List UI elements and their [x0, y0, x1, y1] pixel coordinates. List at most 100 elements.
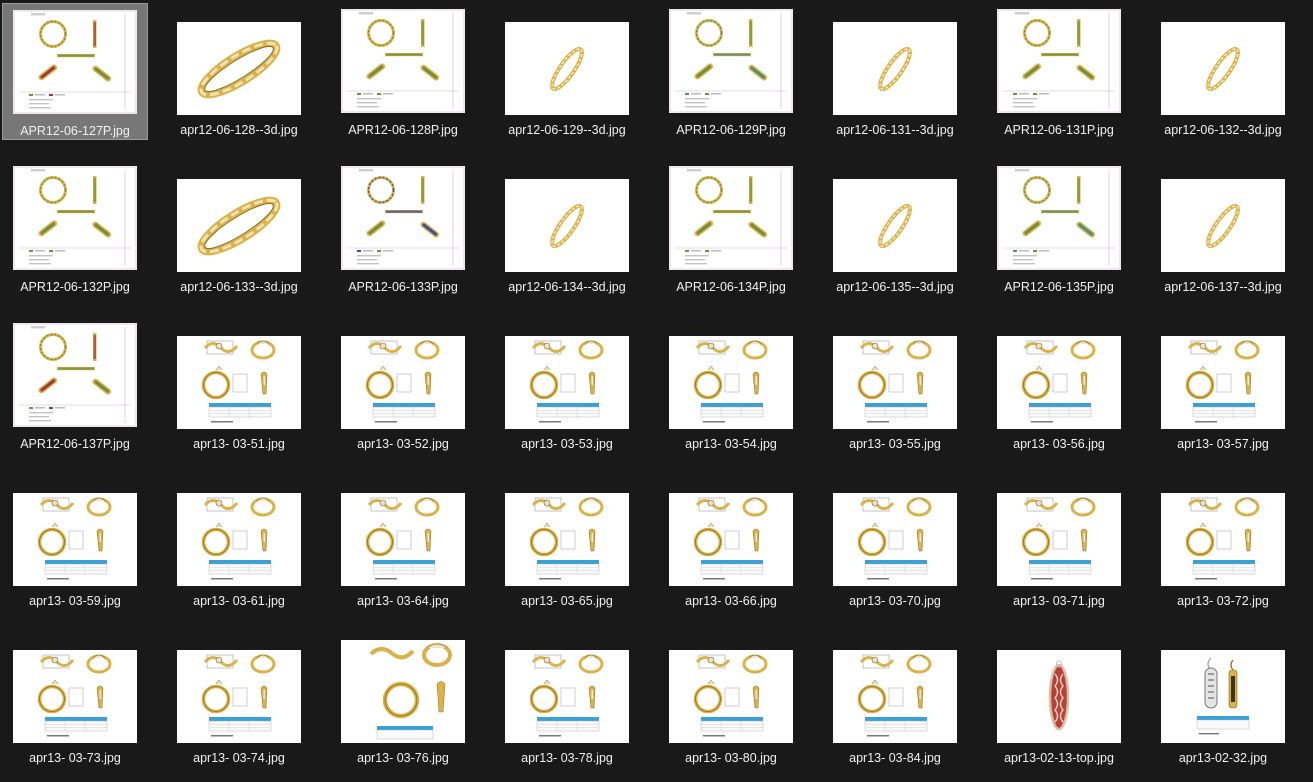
file-name-label: apr12-06-129--3d.jpg [508, 123, 626, 137]
image-thumbnail [1161, 493, 1285, 586]
file-thumbnail-item[interactable]: apr13- 03-52.jpg [330, 317, 476, 454]
file-thumbnail-item[interactable]: apr13- 03-72.jpg [1150, 474, 1296, 611]
file-thumbnail-grid: APR12-06-127P.jpg apr12-06-128--3d.jpg A… [0, 0, 1313, 782]
image-thumbnail [669, 9, 793, 113]
file-name-label: apr12-06-134--3d.jpg [508, 280, 626, 294]
file-thumbnail-item[interactable]: apr13- 03-73.jpg [2, 631, 148, 768]
file-name-label: APR12-06-133P.jpg [348, 280, 458, 294]
file-thumbnail-item[interactable]: apr13- 03-64.jpg [330, 474, 476, 611]
file-name-label: apr13- 03-80.jpg [685, 751, 777, 765]
file-thumbnail-item[interactable]: apr13- 03-57.jpg [1150, 317, 1296, 454]
image-thumbnail [341, 336, 465, 429]
file-thumbnail-item[interactable]: apr12-06-128--3d.jpg [166, 3, 312, 140]
file-name-label: apr13- 03-76.jpg [357, 751, 449, 765]
file-name-label: APR12-06-127P.jpg [20, 124, 130, 138]
image-thumbnail [177, 493, 301, 586]
image-thumbnail [177, 22, 301, 115]
file-thumbnail-item[interactable]: apr13- 03-74.jpg [166, 631, 312, 768]
image-thumbnail [669, 493, 793, 586]
file-thumbnail-item[interactable]: apr13- 03-65.jpg [494, 474, 640, 611]
file-name-label: apr12-06-128--3d.jpg [180, 123, 298, 137]
image-thumbnail [341, 493, 465, 586]
file-name-label: apr13- 03-72.jpg [1177, 594, 1269, 608]
file-name-label: apr13- 03-57.jpg [1177, 437, 1269, 451]
file-thumbnail-item[interactable]: APR12-06-134P.jpg [658, 160, 804, 297]
image-thumbnail [177, 650, 301, 743]
file-name-label: apr13- 03-66.jpg [685, 594, 777, 608]
image-thumbnail [13, 493, 137, 586]
file-name-label: apr12-06-137--3d.jpg [1164, 280, 1282, 294]
file-thumbnail-item[interactable]: apr12-06-137--3d.jpg [1150, 160, 1296, 297]
image-thumbnail [833, 650, 957, 743]
file-name-label: APR12-06-135P.jpg [1004, 280, 1114, 294]
file-thumbnail-item[interactable]: apr12-06-133--3d.jpg [166, 160, 312, 297]
file-name-label: apr13- 03-52.jpg [357, 437, 449, 451]
file-thumbnail-item[interactable]: apr13- 03-71.jpg [986, 474, 1132, 611]
image-thumbnail [669, 650, 793, 743]
file-thumbnail-item[interactable]: APR12-06-128P.jpg [330, 3, 476, 140]
file-name-label: apr13- 03-71.jpg [1013, 594, 1105, 608]
file-name-label: apr13- 03-61.jpg [193, 594, 285, 608]
file-thumbnail-item[interactable]: apr13- 03-80.jpg [658, 631, 804, 768]
file-thumbnail-item[interactable]: APR12-06-132P.jpg [2, 160, 148, 297]
file-thumbnail-item[interactable]: apr12-06-132--3d.jpg [1150, 3, 1296, 140]
image-thumbnail [13, 323, 137, 427]
file-thumbnail-item[interactable]: apr13- 03-61.jpg [166, 474, 312, 611]
file-thumbnail-item[interactable]: apr13- 03-51.jpg [166, 317, 312, 454]
file-thumbnail-item[interactable]: apr13- 03-59.jpg [2, 474, 148, 611]
image-thumbnail [13, 650, 137, 743]
file-name-label: apr12-06-133--3d.jpg [180, 280, 298, 294]
image-thumbnail [997, 166, 1121, 270]
file-thumbnail-item[interactable]: apr13- 03-70.jpg [822, 474, 968, 611]
file-name-label: apr12-06-131--3d.jpg [836, 123, 954, 137]
file-thumbnail-item[interactable]: APR12-06-127P.jpg [2, 3, 148, 140]
file-name-label: apr13- 03-59.jpg [29, 594, 121, 608]
image-thumbnail [505, 650, 629, 743]
file-thumbnail-item[interactable]: APR12-06-129P.jpg [658, 3, 804, 140]
file-name-label: APR12-06-129P.jpg [676, 123, 786, 137]
image-thumbnail [997, 9, 1121, 113]
file-name-label: apr13- 03-73.jpg [29, 751, 121, 765]
file-name-label: APR12-06-132P.jpg [20, 280, 130, 294]
image-thumbnail [833, 179, 957, 272]
image-thumbnail [177, 336, 301, 429]
image-thumbnail [341, 166, 465, 270]
file-thumbnail-item[interactable]: apr13- 03-54.jpg [658, 317, 804, 454]
file-thumbnail-item[interactable]: apr13- 03-55.jpg [822, 317, 968, 454]
file-name-label: APR12-06-134P.jpg [676, 280, 786, 294]
image-thumbnail [1161, 336, 1285, 429]
file-name-label: apr13- 03-78.jpg [521, 751, 613, 765]
image-thumbnail [997, 493, 1121, 586]
file-thumbnail-item[interactable]: APR12-06-131P.jpg [986, 3, 1132, 140]
image-thumbnail [505, 336, 629, 429]
file-thumbnail-item[interactable]: apr12-06-134--3d.jpg [494, 160, 640, 297]
file-thumbnail-item[interactable]: apr12-06-129--3d.jpg [494, 3, 640, 140]
image-thumbnail [669, 336, 793, 429]
image-thumbnail [341, 640, 465, 743]
file-thumbnail-item[interactable]: APR12-06-135P.jpg [986, 160, 1132, 297]
file-thumbnail-item[interactable]: apr13- 03-84.jpg [822, 631, 968, 768]
image-thumbnail [505, 179, 629, 272]
file-thumbnail-item[interactable]: apr13-02-32.jpg [1150, 631, 1296, 768]
file-thumbnail-item[interactable]: apr13- 03-78.jpg [494, 631, 640, 768]
file-thumbnail-item[interactable]: apr12-06-135--3d.jpg [822, 160, 968, 297]
file-name-label: apr13- 03-64.jpg [357, 594, 449, 608]
file-thumbnail-item[interactable]: APR12-06-137P.jpg [2, 317, 148, 454]
file-name-label: apr13-02-13-top.jpg [1004, 751, 1114, 765]
file-name-label: apr13- 03-84.jpg [849, 751, 941, 765]
file-name-label: apr13- 03-65.jpg [521, 594, 613, 608]
file-thumbnail-item[interactable]: APR12-06-133P.jpg [330, 160, 476, 297]
image-thumbnail [1161, 650, 1285, 743]
image-thumbnail [833, 336, 957, 429]
file-thumbnail-item[interactable]: apr13-02-13-top.jpg [986, 631, 1132, 768]
file-thumbnail-item[interactable]: apr13- 03-56.jpg [986, 317, 1132, 454]
image-thumbnail [1161, 22, 1285, 115]
file-thumbnail-item[interactable]: apr13- 03-66.jpg [658, 474, 804, 611]
file-name-label: apr13- 03-74.jpg [193, 751, 285, 765]
file-thumbnail-item[interactable]: apr12-06-131--3d.jpg [822, 3, 968, 140]
file-name-label: apr13- 03-55.jpg [849, 437, 941, 451]
file-thumbnail-item[interactable]: apr13- 03-76.jpg [330, 631, 476, 768]
image-thumbnail [341, 9, 465, 113]
file-thumbnail-item[interactable]: apr13- 03-53.jpg [494, 317, 640, 454]
file-name-label: apr12-06-135--3d.jpg [836, 280, 954, 294]
